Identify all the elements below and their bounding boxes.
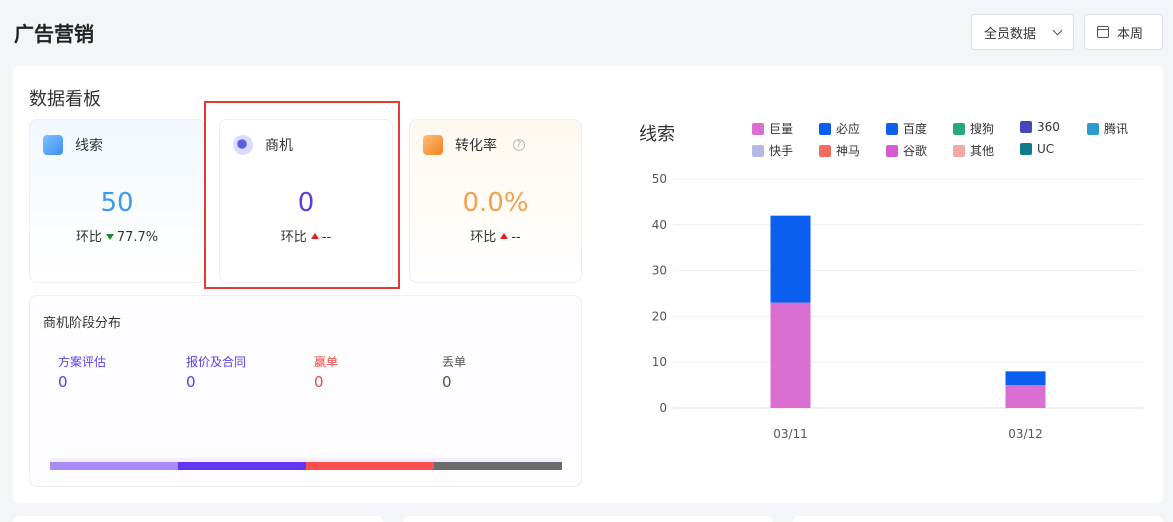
stage-label: 丢单: [442, 355, 467, 369]
stage-value: 0: [314, 373, 324, 391]
stage-item-evaluation[interactable]: 方案评估 0: [58, 353, 106, 391]
opportunity-stage-card: 商机阶段分布 方案评估 0 报价及合同 0 赢单 0 丢单 0: [29, 295, 582, 487]
opportunity-icon: [233, 135, 253, 155]
metric-card-opportunities[interactable]: 商机 0 环比 --: [219, 119, 393, 283]
bar-segment: [1005, 385, 1046, 408]
trend-up-icon: [310, 233, 319, 239]
y-tick-label: 10: [652, 355, 667, 369]
bar-segment: [770, 215, 811, 303]
compare-label: 环比: [75, 230, 102, 245]
stage-item-won[interactable]: 赢单 0: [314, 353, 338, 391]
card-value: 50: [100, 188, 134, 218]
stage-value: 0: [58, 373, 68, 391]
y-tick-label: 40: [652, 218, 667, 232]
top-actions: 全员数据 本周: [971, 14, 1163, 50]
metric-card-conversion[interactable]: 转化率? 0.0% 环比 --: [409, 119, 582, 283]
bottom-card: [13, 516, 383, 522]
stage-value: 0: [442, 373, 452, 391]
stage-label: 报价及合同: [186, 355, 247, 369]
card-label: 转化率: [455, 138, 497, 154]
stage-progress-bar: [50, 462, 562, 470]
trend-up-icon: [500, 233, 509, 239]
page-title: 广告营销: [14, 22, 94, 46]
card-compare: 环比 77.7%: [30, 226, 204, 245]
y-tick-label: 50: [652, 172, 667, 186]
stage-item-quote[interactable]: 报价及合同 0: [186, 353, 246, 391]
card-label: 线索: [75, 138, 103, 154]
card-header: 转化率?: [423, 135, 525, 155]
compare-value: --: [321, 230, 332, 245]
stage-item-lost[interactable]: 丢单 0: [442, 353, 466, 391]
bar-segment: [1005, 371, 1046, 386]
card-label: 商机: [265, 138, 293, 154]
metric-card-leads[interactable]: 线索 50 环比 77.7%: [29, 119, 205, 283]
compare-label: 环比: [280, 230, 307, 245]
bottom-card: [403, 516, 773, 522]
x-tick-label: 03/12: [1008, 427, 1043, 441]
compare-label: 环比: [470, 230, 497, 245]
stage-bar-segment-3: [434, 462, 562, 470]
dashboard-title: 数据看板: [29, 89, 101, 110]
trend-down-icon: [105, 234, 114, 240]
y-tick-label: 0: [659, 401, 667, 415]
stage-label: 赢单: [314, 355, 339, 369]
card-compare: 环比 --: [410, 226, 581, 245]
stage-value: 0: [186, 373, 196, 391]
card-header: 商机: [233, 135, 293, 155]
leads-chart: 线索 巨量 必应 百度 搜狗 360 腾讯 快手 神马 谷歌 其他 UC 0 10 20 30 40 50 03…: [613, 106, 1153, 496]
dashboard-panel: 数据看板 线索 50 环比 77.7% 商机 0 环比 -- 转化率? 0.0% 环…: [13, 66, 1163, 503]
period-button-label: 本周: [1117, 26, 1144, 42]
scope-select-value: 全员数据: [984, 26, 1037, 42]
card-value: 0: [297, 188, 315, 218]
leads-icon: [43, 135, 63, 155]
stage-bar-segment-1: [178, 462, 306, 470]
compare-value: --: [511, 230, 521, 245]
stage-title: 商机阶段分布: [43, 316, 122, 331]
chevron-down-icon: [1052, 25, 1063, 35]
stage-label: 方案评估: [58, 355, 107, 369]
card-value: 0.0%: [462, 188, 529, 218]
stage-bar-segment-0: [50, 462, 178, 470]
stage-bar-segment-2: [306, 462, 434, 470]
scope-select[interactable]: 全员数据: [971, 14, 1074, 50]
help-icon[interactable]: ?: [513, 139, 525, 151]
period-button[interactable]: 本周: [1084, 14, 1163, 50]
y-tick-label: 30: [652, 264, 667, 278]
bar-segment: [770, 302, 811, 408]
chart-svg: 0 10 20 30 40 50 03/11 03/12: [652, 172, 1143, 441]
conversion-icon: [423, 135, 443, 155]
card-compare: 环比 --: [220, 226, 392, 245]
compare-value: 77.7%: [116, 230, 159, 245]
y-tick-label: 20: [652, 309, 667, 323]
card-header: 线索: [43, 135, 103, 155]
bottom-card: [793, 516, 1163, 522]
x-tick-label: 03/11: [773, 427, 808, 441]
calendar-icon: [1097, 26, 1109, 38]
